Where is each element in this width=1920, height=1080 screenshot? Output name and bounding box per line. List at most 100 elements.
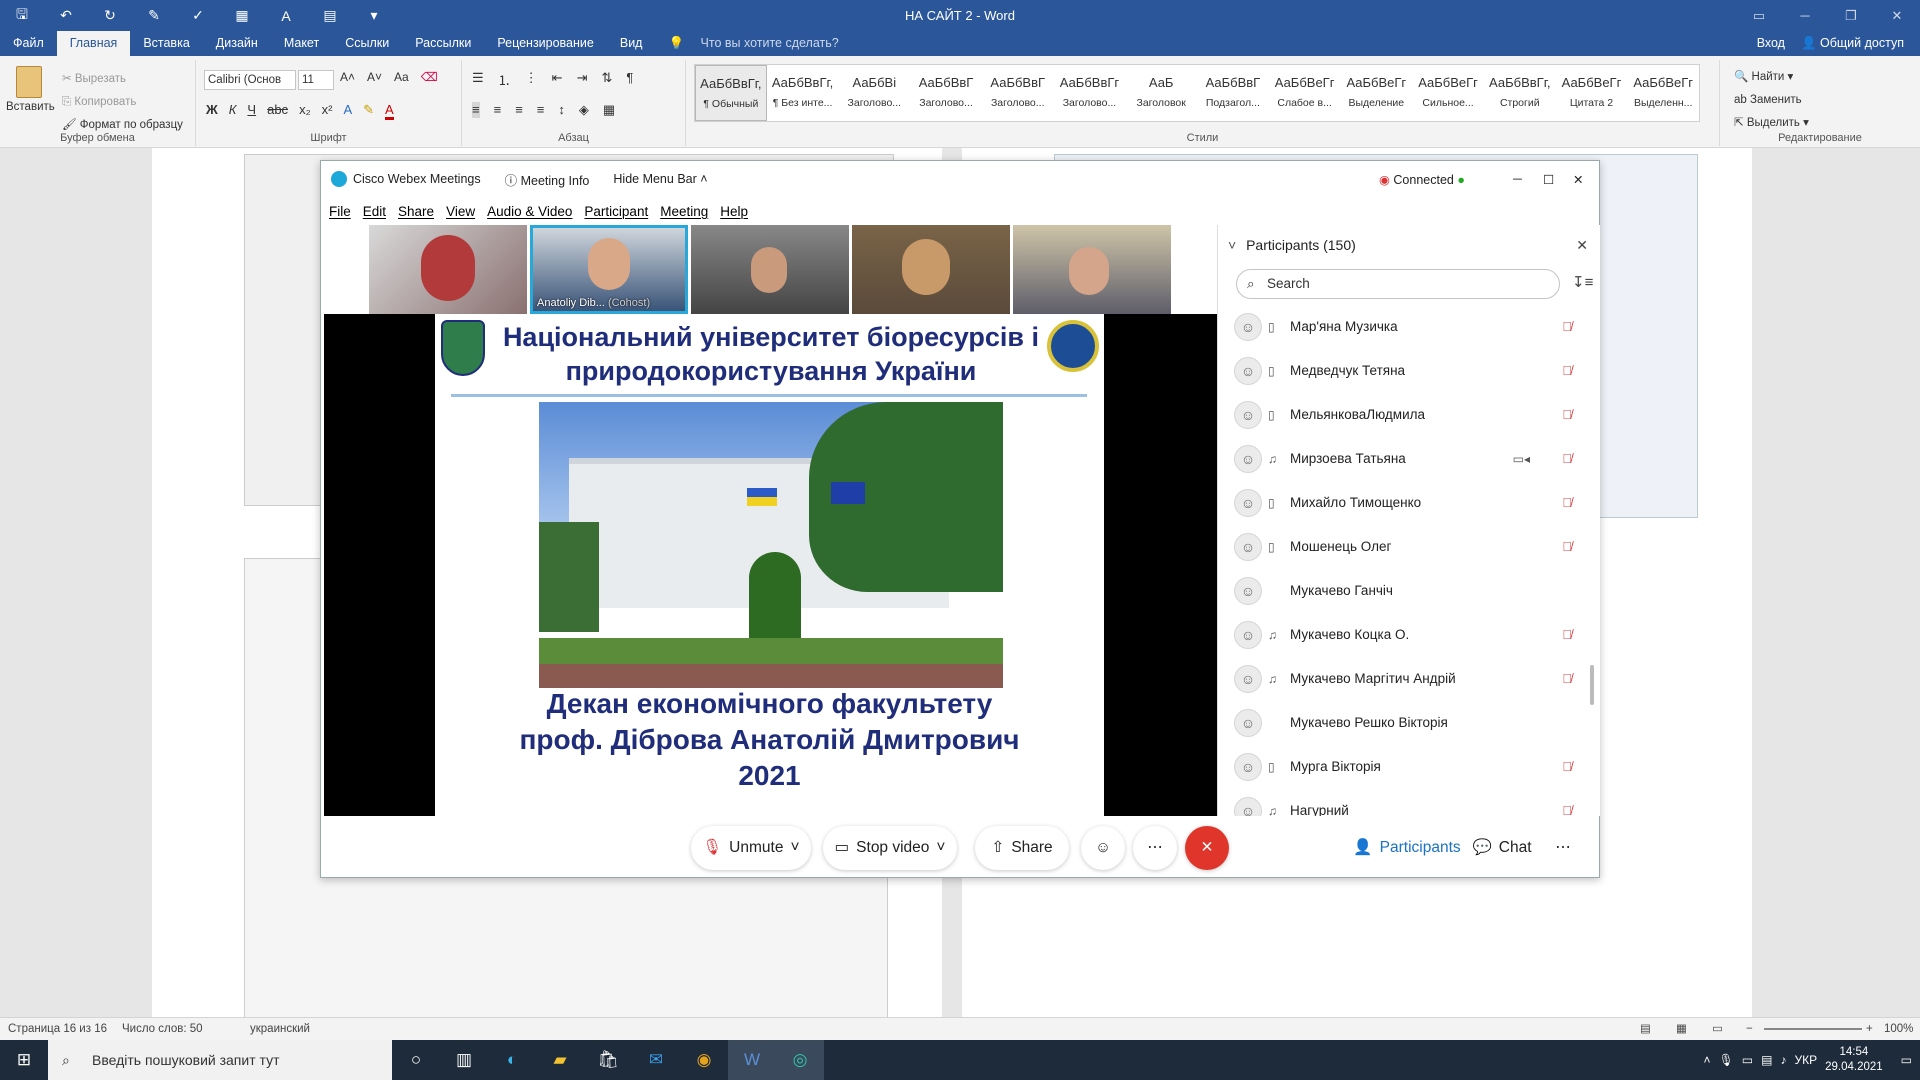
task-view-icon[interactable]: ▥ [440,1040,488,1080]
font-size-select[interactable]: 11 [298,70,334,90]
keyboard-language[interactable]: УКР [1794,1053,1817,1067]
unmute-button[interactable]: 🎙 Unmute ˅ [691,826,811,870]
mic-muted-icon[interactable]: 🎙̸ [1562,789,1572,816]
participant-row[interactable]: ☺ ▯ Михайло Тимощенко 🎙̸ [1218,481,1600,525]
multilevel-icon[interactable]: ⋮ [525,70,538,89]
justify-icon[interactable]: ≡ [537,102,545,118]
mic-muted-icon[interactable]: 🎙̸ [1562,437,1572,481]
menu-share[interactable]: Share [398,204,434,219]
webex-close-icon[interactable]: ✕ [1573,172,1583,187]
minimize-icon[interactable]: ─ [1782,0,1828,31]
microphone-icon[interactable]: 🎙 [1719,1053,1734,1067]
menu-help[interactable]: Help [720,204,748,219]
tray-expand-icon[interactable]: ˄ [1704,1053,1711,1067]
tab-mailings[interactable]: Рассылки [402,31,484,56]
active-speaker-thumbnail[interactable]: Anatoliy Dib... (Cohost) [530,225,688,314]
italic-button[interactable]: К [229,102,237,120]
close-icon[interactable]: ✕ [1874,0,1920,31]
style-item[interactable]: АаБбВвГ Заголово... [910,65,982,121]
notifications-icon[interactable]: ▭ [1901,1053,1912,1067]
zoom-level[interactable]: 100% [1884,1018,1913,1040]
font-name-select[interactable]: Calibri (Основ [204,70,296,90]
find-button[interactable]: 🔍 Найти ▾ [1734,66,1809,89]
style-item[interactable]: АаБбВвГг, ¶ Без инте... [767,65,839,121]
participant-search-input[interactable]: ⌕ Search [1236,269,1560,299]
menu-view[interactable]: View [446,204,475,219]
restore-icon[interactable]: ❐ [1828,0,1874,31]
tab-file[interactable]: Файл [0,31,57,56]
style-item[interactable]: АаБбВі Заголово... [838,65,910,121]
tab-design[interactable]: Дизайн [203,31,271,56]
mic-muted-icon[interactable]: 🎙̸ [1562,481,1572,525]
menu-file[interactable]: File [329,204,351,219]
webex-minimize-icon[interactable]: ─ [1513,172,1522,186]
tab-layout[interactable]: Макет [271,31,332,56]
reactions-button[interactable]: ☺ [1081,826,1125,870]
print-layout-icon[interactable]: ▦ [1676,1018,1687,1040]
zoom-in-icon[interactable]: + [1866,1018,1873,1040]
panel-more-button[interactable]: ⋯ [1545,826,1581,870]
menu-meeting[interactable]: Meeting [660,204,708,219]
network-icon[interactable]: ▤ [1761,1053,1772,1067]
mic-muted-icon[interactable]: 🎙̸ [1562,745,1572,789]
participant-row[interactable]: ☺ Мукачево Решко Вікторія [1218,701,1600,745]
bullets-icon[interactable]: ☰ [472,70,484,89]
video-thumbnail[interactable] [1013,225,1171,314]
file-explorer-icon[interactable]: ▰ [536,1040,584,1080]
align-center-icon[interactable]: ≡ [494,102,502,118]
video-thumbnail[interactable] [852,225,1010,314]
font-color-icon[interactable]: A [385,102,394,120]
style-item[interactable]: АаБбВвГг Заголово... [1054,65,1126,121]
sort-list-icon[interactable]: ↧≡ [1572,273,1593,291]
style-item[interactable]: АаБбВвГг, ¶ Обычный [695,65,767,121]
participant-row[interactable]: ☺ ▯ Мурга Вікторія 🎙̸ [1218,745,1600,789]
menu-audio-video[interactable]: Audio & Video [487,204,572,219]
decrease-indent-icon[interactable]: ⇤ [552,70,563,89]
numbering-icon[interactable]: ⒈ [498,70,511,89]
mic-muted-icon[interactable]: 🎙̸ [1562,393,1572,437]
store-icon[interactable]: 🛍 [584,1040,632,1080]
web-layout-icon[interactable]: ▭ [1712,1018,1723,1040]
zoom-slider[interactable] [1764,1028,1862,1030]
clear-format-icon[interactable]: ⌫ [421,70,438,84]
menu-participant[interactable]: Participant [584,204,648,219]
cut-button[interactable]: ✂ Вырезать [62,68,183,91]
line-spacing-icon[interactable]: ↕ [558,102,565,118]
shrink-font-icon[interactable]: A˅ [367,70,382,84]
style-item[interactable]: АаБбВеГг Слабое в... [1269,65,1341,121]
taskbar-search-input[interactable]: ⌕ Введіть пошуковий запит тут [48,1040,392,1080]
align-right-icon[interactable]: ≡ [515,102,523,118]
sign-in-link[interactable]: Вход [1757,31,1785,56]
video-thumbnail[interactable] [369,225,527,314]
style-item[interactable]: АаБбВвГг, Строгий [1484,65,1556,121]
stop-video-button[interactable]: ▭ Stop video ˅ [823,826,957,870]
mail-icon[interactable]: ✉ [632,1040,680,1080]
meeting-info-button[interactable]: ⓘ Meeting Info [505,170,590,189]
ribbon-display-icon[interactable]: ▭ [1736,0,1782,31]
style-item[interactable]: АаБбВеГг Выделенн... [1627,65,1699,121]
tab-insert[interactable]: Вставка [130,31,202,56]
style-item[interactable]: АаБ Заголовок [1125,65,1197,121]
grow-font-icon[interactable]: A˄ [340,70,355,84]
share-button[interactable]: 👤 Общий доступ [1801,31,1904,56]
participant-row[interactable]: ☺ ▯ Мар'яна Музичка 🎙̸ [1218,305,1600,349]
zoom-out-icon[interactable]: − [1746,1018,1753,1040]
cortana-icon[interactable]: ○ [392,1040,440,1080]
style-item[interactable]: АаБбВеГг Цитата 2 [1556,65,1628,121]
participant-row[interactable]: ☺ Мукачево Ганчіч [1218,569,1600,613]
mic-muted-icon[interactable]: 🎙̸ [1562,525,1572,569]
copy-button[interactable]: ⎘ Копировать [62,91,183,114]
paste-button[interactable]: Вставить [6,66,55,113]
underline-button[interactable]: Ч [247,102,256,120]
leave-meeting-button[interactable]: ✕ [1185,826,1229,870]
edge-icon[interactable]: ◐ [488,1040,536,1080]
style-item[interactable]: АаБбВеГг Сильное... [1412,65,1484,121]
mic-muted-icon[interactable]: 🎙̸ [1562,305,1572,349]
style-item[interactable]: АаБбВвГ Заголово... [982,65,1054,121]
participant-row[interactable]: ☺ ♫ Мирзоева Татьяна ▭◂ 🎙̸ [1218,437,1600,481]
strikethrough-icon[interactable]: abc [267,102,288,120]
sort-icon[interactable]: ⇅ [601,70,612,89]
tab-home[interactable]: Главная [56,31,131,56]
word-taskbar-icon[interactable]: W [728,1040,776,1080]
chat-button[interactable]: 💬 Chat [1467,826,1537,870]
